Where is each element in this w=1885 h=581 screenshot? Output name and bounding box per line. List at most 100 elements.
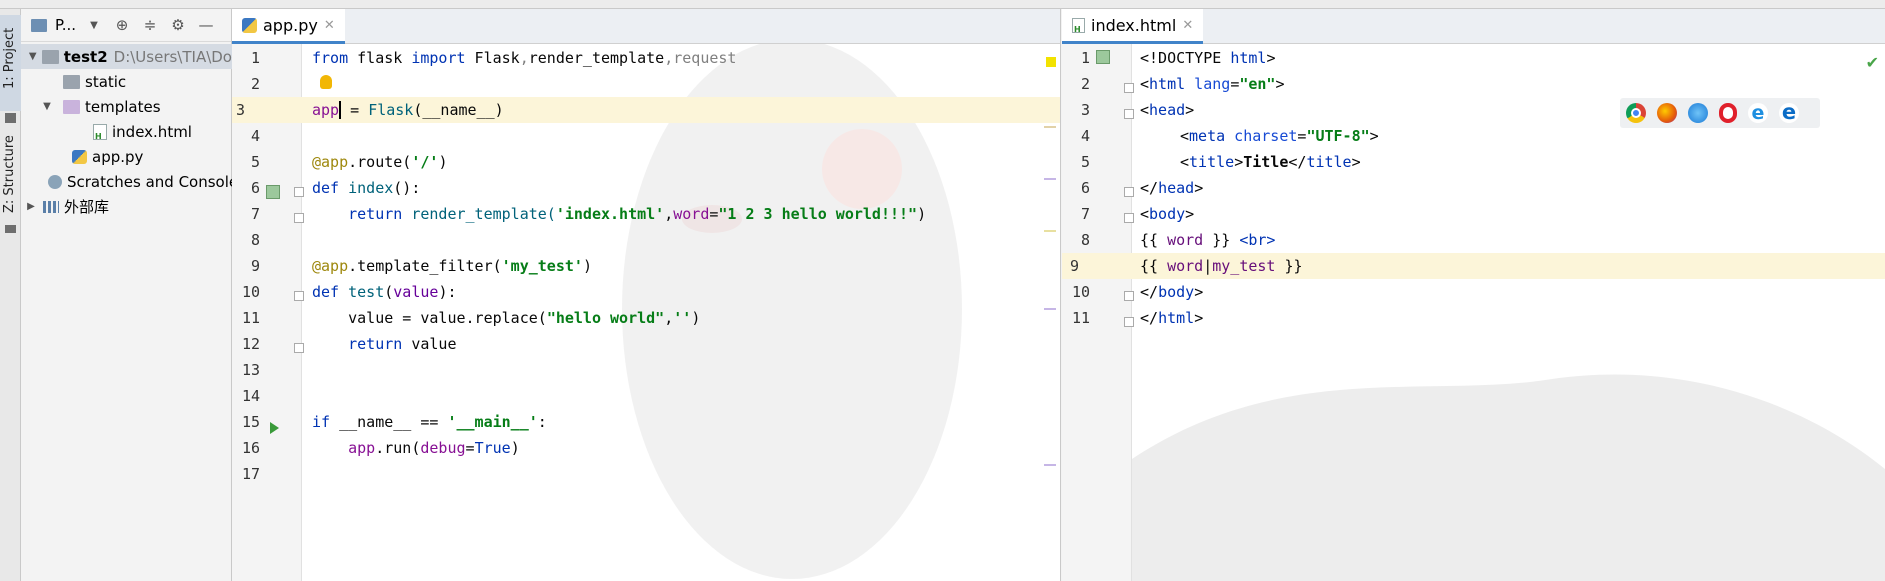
internet-explorer-icon[interactable]: e	[1748, 103, 1768, 123]
line-number: 1	[250, 49, 260, 67]
project-view-icon	[31, 18, 47, 32]
html-file-icon	[1072, 17, 1085, 34]
line-number: 3	[1080, 101, 1090, 119]
line-number: 17	[241, 465, 260, 483]
tree-item-templates[interactable]: ▼ templates	[41, 94, 161, 119]
gear-icon[interactable]: ⚙	[168, 16, 188, 34]
template-folder-icon	[63, 99, 80, 114]
lightbulb-icon[interactable]	[320, 75, 332, 89]
code-line: from flask import Flask,render_template,…	[312, 49, 737, 67]
minimize-icon[interactable]: —	[196, 16, 216, 34]
editor-app-py[interactable]: app.py ✕ 1 2 3 4 5 6 7 8 9 10 11 12 13 1…	[232, 9, 1061, 581]
python-file-icon	[72, 149, 87, 164]
browser-preview-popup: e e	[1620, 98, 1820, 128]
line-number: 7	[1080, 205, 1090, 223]
tree-item-test2[interactable]: ▼ test2 D:\Users\TIA\Do	[21, 44, 232, 69]
tab-index-html[interactable]: index.html ✕	[1062, 9, 1204, 44]
line-number: 16	[241, 439, 260, 457]
code-line: def test(value):	[312, 283, 457, 301]
chevron-down-icon[interactable]: ▼	[84, 20, 104, 31]
expand-arrow-icon[interactable]: ▼	[41, 101, 53, 112]
title-bar-strip	[0, 0, 1885, 9]
code-line: value = value.replace("hello world",'')	[348, 309, 701, 327]
code-line-current: {{ word|my_test }}	[1132, 253, 1885, 279]
code-line-current: app = Flask(__name__)	[302, 97, 1060, 123]
line-number: 3	[232, 97, 302, 123]
project-folder-icon	[5, 113, 16, 123]
library-icon	[43, 200, 59, 213]
code-line: return render_template('index.html',word…	[348, 205, 927, 223]
tree-item-app-py[interactable]: app.py	[72, 144, 143, 169]
flask-route-icon[interactable]	[266, 185, 280, 199]
code-line: </head>	[1140, 179, 1204, 197]
scroll-marker	[1044, 308, 1056, 310]
project-panel-header: P... ▼ ⊕ ≑ ⚙ —	[21, 9, 231, 42]
editor-index-html[interactable]: index.html ✕ ✔ 1 2 3 4 5 6 7 8 9 10 11 <	[1062, 9, 1885, 581]
tree-item-index-html[interactable]: index.html	[93, 119, 192, 144]
editor-tab-bar: index.html ✕	[1062, 9, 1885, 44]
scroll-marker	[1044, 230, 1056, 232]
project-path: D:\Users\TIA\Do	[113, 47, 232, 66]
code-line: app.run(debug=True)	[348, 439, 520, 457]
tree-item-label: index.html	[112, 122, 192, 141]
line-number: 12	[241, 335, 260, 353]
warning-marker[interactable]	[1046, 57, 1056, 67]
code-line: def index():	[312, 179, 421, 197]
tree-item-static[interactable]: static	[63, 69, 126, 94]
edge-icon[interactable]: e	[1779, 102, 1799, 123]
close-icon[interactable]: ✕	[324, 18, 335, 33]
safari-icon[interactable]	[1688, 103, 1708, 123]
structure-icon	[5, 225, 16, 233]
tab-label: index.html	[1091, 15, 1177, 35]
project-view-selector[interactable]: P...	[55, 16, 76, 34]
tree-item-label: app.py	[92, 147, 144, 166]
tab-label: app.py	[263, 15, 318, 35]
opera-icon[interactable]	[1719, 103, 1737, 123]
tree-item-label: templates	[85, 97, 161, 116]
scratches-icon	[48, 174, 62, 189]
project-tool-tab[interactable]: 1: Project	[0, 15, 21, 111]
scroll-marker	[1044, 178, 1056, 180]
collapse-all-icon[interactable]: ≑	[140, 16, 160, 34]
line-number: 9	[250, 257, 260, 275]
code-line: @app.route('/')	[312, 153, 448, 171]
code-line: <!DOCTYPE html>	[1140, 49, 1276, 67]
tree-item-scratches[interactable]: Scratches and Consoles	[48, 169, 246, 194]
locate-target-icon[interactable]: ⊕	[112, 16, 132, 34]
scroll-marker	[1044, 464, 1056, 466]
code-area[interactable]: from flask import Flask,render_template,…	[302, 44, 1060, 581]
structure-tool-tab[interactable]: Z: Structure	[0, 123, 21, 229]
html-preview-icon[interactable]	[1096, 50, 1110, 64]
line-number: 8	[1080, 231, 1090, 249]
line-number: 4	[1080, 127, 1090, 145]
line-number: 11	[1071, 309, 1090, 327]
chrome-icon[interactable]	[1626, 103, 1646, 123]
line-number-gutter: 1 2 3 4 5 6 7 8 9 10 11	[1062, 44, 1134, 581]
expand-arrow-icon[interactable]: ▶	[25, 201, 37, 212]
line-number: 6	[250, 179, 260, 197]
line-number: 8	[250, 231, 260, 249]
line-number: 7	[250, 205, 260, 223]
code-line: <title>Title</title>	[1180, 153, 1361, 171]
line-number: 5	[250, 153, 260, 171]
expand-arrow-icon[interactable]: ▼	[27, 51, 38, 62]
line-number: 11	[241, 309, 260, 327]
close-icon[interactable]: ✕	[1182, 18, 1193, 33]
firefox-icon[interactable]	[1657, 103, 1677, 123]
line-number: 4	[250, 127, 260, 145]
run-arrow-icon[interactable]	[270, 422, 279, 434]
code-line: @app.template_filter('my_test')	[312, 257, 592, 275]
code-line: {{ word }} <br>	[1140, 231, 1276, 249]
tree-item-external-libraries[interactable]: ▶ 外部库	[25, 194, 109, 219]
folder-icon	[42, 49, 59, 64]
line-number: 1	[1080, 49, 1090, 67]
line-number: 14	[241, 387, 260, 405]
tab-app-py[interactable]: app.py ✕	[232, 9, 345, 44]
line-number: 9	[1062, 253, 1132, 279]
python-file-icon	[242, 17, 257, 33]
code-line: <body>	[1140, 205, 1195, 223]
line-number: 10	[1071, 283, 1090, 301]
line-number: 10	[241, 283, 260, 301]
line-number: 5	[1080, 153, 1090, 171]
tree-item-label: 外部库	[64, 198, 110, 216]
